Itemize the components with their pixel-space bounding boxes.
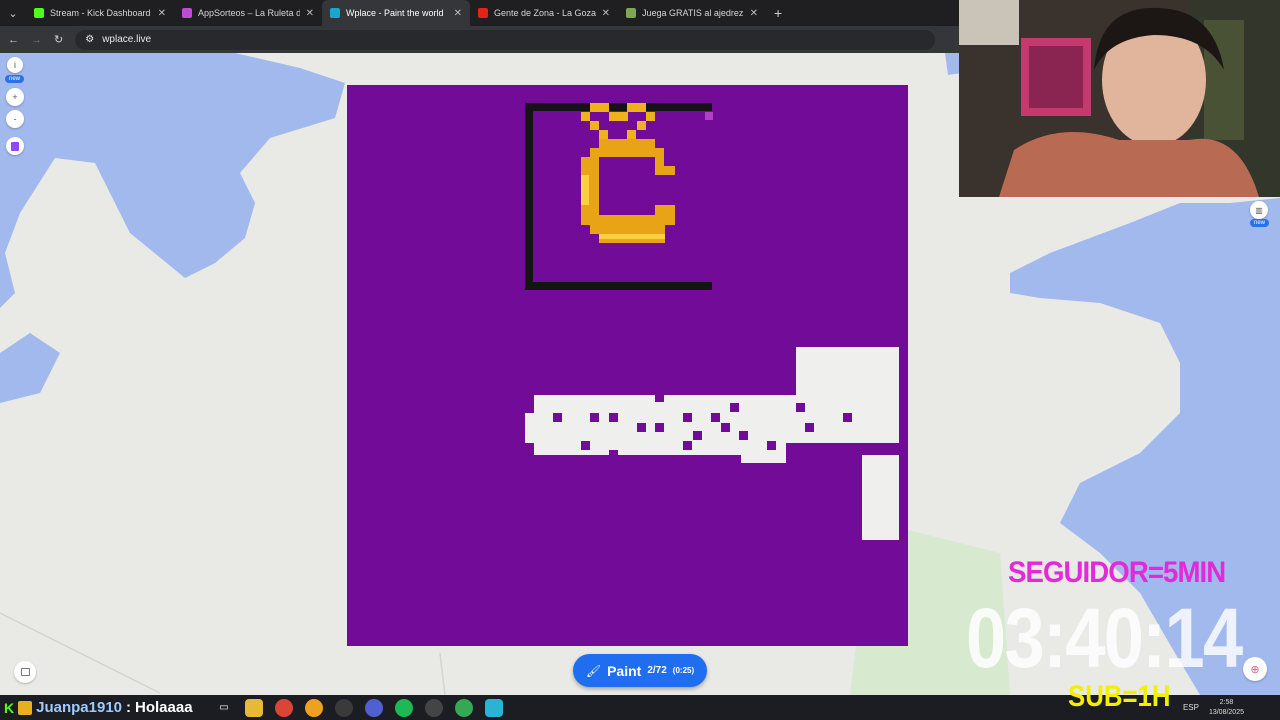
chart-bars-icon: ▥	[1255, 205, 1263, 215]
kick-logo-icon: K	[4, 699, 15, 716]
youtube-favicon-icon	[478, 8, 488, 18]
system-tray: ESP 2:58 13/08/2025	[1183, 695, 1244, 720]
zoom-in-button[interactable]: +	[6, 88, 24, 106]
app-icon[interactable]	[425, 698, 443, 717]
minus-icon: -	[13, 114, 17, 124]
tab-search-icon[interactable]: ⌄	[0, 0, 26, 26]
appsorteos-favicon-icon	[182, 8, 192, 18]
taskbar-apps: ▭	[215, 695, 503, 720]
site-settings-icon[interactable]: ⚙	[85, 34, 94, 45]
url-text: wplace.live	[102, 34, 152, 45]
url-field[interactable]: ⚙ wplace.live	[75, 29, 936, 50]
app-icon[interactable]	[485, 698, 503, 717]
leaderboard-button[interactable]: ▥	[1250, 201, 1268, 219]
tab-kick-dashboard[interactable]: Stream - Kick Dashboard ✕	[26, 0, 174, 26]
chrome-icon[interactable]	[275, 698, 293, 717]
new-tab-button[interactable]: +	[766, 5, 790, 21]
chat-badge-icon	[18, 700, 33, 715]
tab-appsorteos[interactable]: AppSorteos – La Ruleta de la Suerte ✕	[174, 0, 322, 26]
brush-icon: 🖌	[585, 663, 602, 678]
streamer-photo	[959, 0, 1280, 197]
kick-favicon-icon	[34, 8, 44, 18]
app-icon[interactable]	[365, 698, 383, 717]
panel-icon	[20, 668, 30, 676]
tab-title: AppSorteos – La Ruleta de la Suerte	[198, 8, 300, 18]
locate-button[interactable]: ⊕	[1243, 657, 1267, 681]
pixel-art-canvas[interactable]	[347, 85, 908, 646]
close-icon[interactable]: ✕	[750, 8, 758, 19]
paint-label: Paint	[607, 662, 642, 679]
reload-icon[interactable]: ↻	[54, 33, 63, 46]
tab-gente-de-zona[interactable]: Gente de Zona - La Gozadera ✕	[470, 0, 618, 26]
bottom-left-panel-button[interactable]	[14, 661, 36, 683]
tab-title: Wplace - Paint the world	[346, 8, 444, 18]
tab-ajedrez[interactable]: Juega GRATIS al ajedrez online ✕	[618, 0, 766, 26]
sub-goal-text: SUB=1H	[1068, 680, 1171, 713]
obs-icon[interactable]	[335, 698, 353, 717]
chat-overlay: K Juanpa1910 : Holaaaa	[0, 695, 193, 720]
chat-username: Juanpa1910	[36, 699, 123, 716]
tab-wplace[interactable]: Wplace - Paint the world ✕	[322, 0, 470, 26]
task-view-icon[interactable]: ▭	[215, 699, 233, 717]
tab-title: Stream - Kick Dashboard	[50, 8, 151, 18]
language-indicator[interactable]: ESP	[1183, 703, 1199, 712]
paint-button[interactable]: 🖌 Paint 2/72 (0:25)	[573, 654, 707, 687]
subathon-timer: 03:40:14	[966, 591, 1243, 685]
wplace-favicon-icon	[330, 8, 340, 18]
forward-arrow-icon[interactable]: →	[31, 34, 42, 46]
tab-title: Gente de Zona - La Gozadera	[494, 8, 596, 18]
close-icon[interactable]: ✕	[454, 8, 462, 19]
spotify-icon[interactable]	[395, 698, 413, 717]
clock-date: 13/08/2025	[1208, 708, 1244, 716]
browser-icon[interactable]	[305, 698, 323, 717]
info-button[interactable]: i	[7, 57, 23, 73]
twitch-icon	[11, 141, 19, 151]
plus-icon: +	[12, 92, 18, 102]
new-badge-right: new	[1250, 219, 1270, 227]
clock-time: 2:58	[1219, 698, 1234, 706]
back-arrow-icon[interactable]: ←	[8, 34, 19, 46]
webcam-feed	[959, 0, 1280, 197]
close-icon[interactable]: ✕	[306, 8, 314, 19]
close-icon[interactable]: ✕	[158, 8, 166, 19]
close-icon[interactable]: ✕	[602, 8, 610, 19]
paint-cooldown: (0:25)	[672, 666, 695, 675]
chat-separator: :	[126, 699, 132, 716]
clock[interactable]: 2:58 13/08/2025	[1209, 698, 1244, 718]
file-explorer-icon[interactable]	[245, 698, 263, 717]
tab-title: Juega GRATIS al ajedrez online	[642, 8, 744, 18]
follower-goal-text: SEGUIDOR=5MIN	[1008, 556, 1226, 589]
info-icon: i	[14, 60, 16, 70]
chrome-icon[interactable]	[455, 698, 473, 717]
crosshair-icon: ⊕	[1250, 663, 1260, 676]
zoom-out-button[interactable]: -	[6, 110, 24, 128]
chat-message: Holaaaa	[135, 699, 193, 716]
chess-favicon-icon	[626, 8, 636, 18]
twitch-button[interactable]	[6, 137, 24, 155]
paint-count: 2/72	[647, 665, 667, 676]
new-badge: new	[5, 75, 25, 83]
